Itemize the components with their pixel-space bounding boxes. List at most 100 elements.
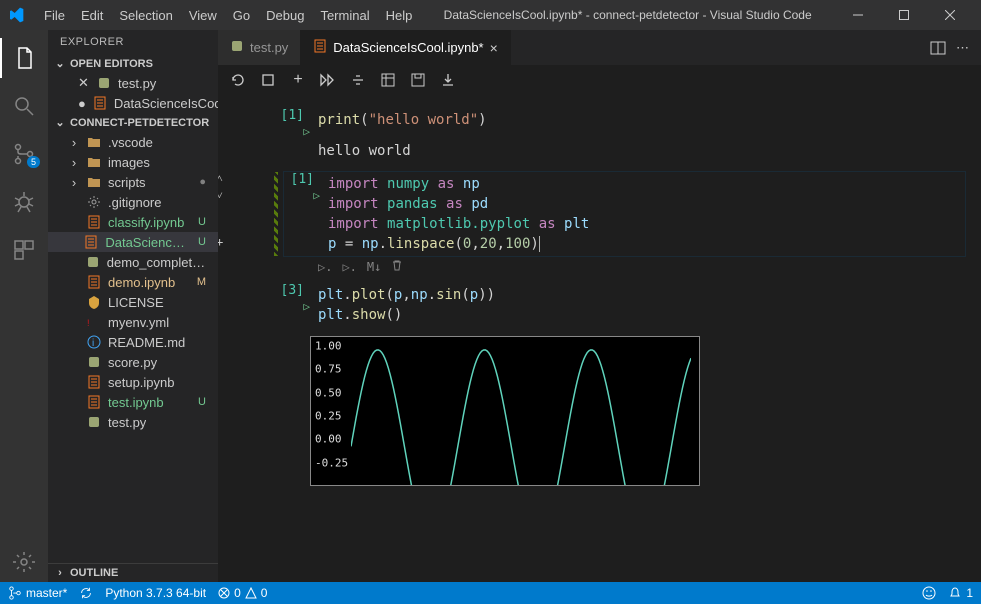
editor-tab[interactable]: DataScienceIsCool.ipynb*× [301,30,511,65]
status-notifications[interactable]: 1 [948,586,973,600]
tree-file[interactable]: !myenv.yml [48,312,218,332]
chevron-down-icon[interactable]: ˅ [218,188,223,203]
plot-ytick: 0.50 [315,386,342,399]
tree-file[interactable]: classify.ipynbU [48,212,218,232]
notebook-cell[interactable]: [1] ▷ print("hello world") [218,107,981,139]
menu-terminal[interactable]: Terminal [312,4,377,27]
tree-folder[interactable]: scripts● [48,172,218,192]
python-icon [96,75,112,91]
menu-bar: FileEditSelectionViewGoDebugTerminalHelp [36,4,420,27]
add-cell-icon[interactable]: + [218,235,223,249]
status-python[interactable]: Python 3.7.3 64-bit [105,586,206,600]
more-actions-icon[interactable]: ⋯ [956,40,971,56]
status-problems[interactable]: 0 0 [218,586,267,600]
menu-go[interactable]: Go [225,4,258,27]
maximize-button[interactable] [881,0,927,30]
activity-extensions[interactable] [0,230,48,270]
split-editor-icon[interactable] [930,40,946,56]
cell-code[interactable]: print("hello world") [310,108,965,132]
open-editors-header[interactable]: OPEN EDITORS [48,54,218,73]
variables-icon[interactable] [380,72,396,88]
plot-ytick: 1.00 [315,339,342,352]
python-icon [85,254,101,270]
plot-ytick: 0.25 [315,410,342,423]
open-editor-item[interactable]: ●DataScienceIsCoo... [48,93,218,113]
plot-output: 1.000.750.500.250.00-0.25 [310,336,700,486]
tree-folder[interactable]: .vscode [48,132,218,152]
add-cell-icon[interactable]: + [290,72,306,88]
menu-edit[interactable]: Edit [73,4,111,27]
tree-file[interactable]: .gitignore [48,192,218,212]
plot-ytick: 0.75 [315,363,342,376]
status-branch[interactable]: master* [8,586,67,600]
menu-debug[interactable]: Debug [258,4,312,27]
activity-source-control[interactable]: 5 [0,134,48,174]
delete-cell-icon[interactable] [391,259,403,274]
menu-file[interactable]: File [36,4,73,27]
activity-debug[interactable] [0,182,48,222]
status-bar: master* Python 3.7.3 64-bit 0 0 1 [0,582,981,604]
notebook-cell[interactable]: ˄˅+ [1] ▷ import numpy as np import pand… [218,171,981,257]
tree-file[interactable]: DataScienceIsCo...U [48,232,218,252]
activity-explorer[interactable] [0,38,48,78]
run-all-icon[interactable] [320,72,336,88]
menu-help[interactable]: Help [378,4,421,27]
activity-settings[interactable] [0,542,48,582]
activity-search[interactable] [0,86,48,126]
tree-file[interactable]: test.py [48,412,218,432]
save-icon[interactable] [410,72,426,88]
cell-code[interactable]: import numpy as np import pandas as pd i… [320,172,965,256]
close-button[interactable] [927,0,973,30]
run-cell-icon[interactable]: ▷. [318,260,332,274]
minimize-button[interactable] [835,0,881,30]
editor-tab[interactable]: test.py [218,30,301,65]
svg-text:i: i [92,338,94,349]
notebook-cell[interactable]: [3] ▷ plt.plot(p,np.sin(p)) plt.show() [218,282,981,328]
tree-file[interactable]: demo_completed.py [48,252,218,272]
tree-file[interactable]: LICENSE [48,292,218,312]
outline-header[interactable]: OUTLINE [48,563,218,582]
tree-folder[interactable]: images [48,152,218,172]
folder-icon [86,134,102,150]
close-tab-icon[interactable]: × [490,40,498,56]
open-editor-item[interactable]: ✕test.py [48,73,218,93]
run-above-icon[interactable] [350,72,366,88]
tree-file[interactable]: iREADME.md [48,332,218,352]
sidebar: EXPLORER OPEN EDITORS ✕test.py●DataScien… [48,30,218,582]
menu-selection[interactable]: Selection [111,4,180,27]
git-status-untracked: U [198,236,212,248]
status-feedback[interactable] [922,586,936,600]
chevron-right-icon [68,155,80,170]
restart-kernel-icon[interactable] [230,72,246,88]
run-cell-icon[interactable]: ▷ [303,125,310,138]
run-below-icon[interactable]: ▷. [342,260,356,274]
cell-prompt: [3] [274,283,310,298]
gear-icon [86,194,102,210]
scm-badge: 5 [27,156,40,168]
interrupt-kernel-icon[interactable] [260,72,276,88]
menu-view[interactable]: View [181,4,225,27]
run-cell-icon[interactable]: ▷ [303,300,310,313]
notebook-icon [83,234,99,250]
export-icon[interactable] [440,72,456,88]
cell-output: hello world [310,139,981,171]
to-markdown-icon[interactable]: M↓ [367,260,381,274]
chevron-right-icon [68,135,80,150]
python-icon [86,354,102,370]
notebook-icon [313,39,327,56]
notebook-icon [86,274,102,290]
notebook-body[interactable]: [1] ▷ print("hello world") hello world ˄… [218,95,981,582]
chevron-up-icon[interactable]: ˄ [218,171,223,186]
window-title: DataScienceIsCool.ipynb* - connect-petde… [424,8,831,22]
tree-file[interactable]: setup.ipynb [48,372,218,392]
status-sync[interactable] [79,586,93,600]
run-cell-icon[interactable]: ▷ [313,189,320,202]
tree-file[interactable]: test.ipynbU [48,392,218,412]
chevron-right-icon [68,175,80,190]
tree-file[interactable]: score.py [48,352,218,372]
plot-ytick: 0.00 [315,433,342,446]
tree-file[interactable]: demo.ipynbM [48,272,218,292]
project-header[interactable]: CONNECT-PETDETECTOR [48,113,218,132]
activity-bar: 5 [0,30,48,582]
cell-code[interactable]: plt.plot(p,np.sin(p)) plt.show() [310,283,965,327]
